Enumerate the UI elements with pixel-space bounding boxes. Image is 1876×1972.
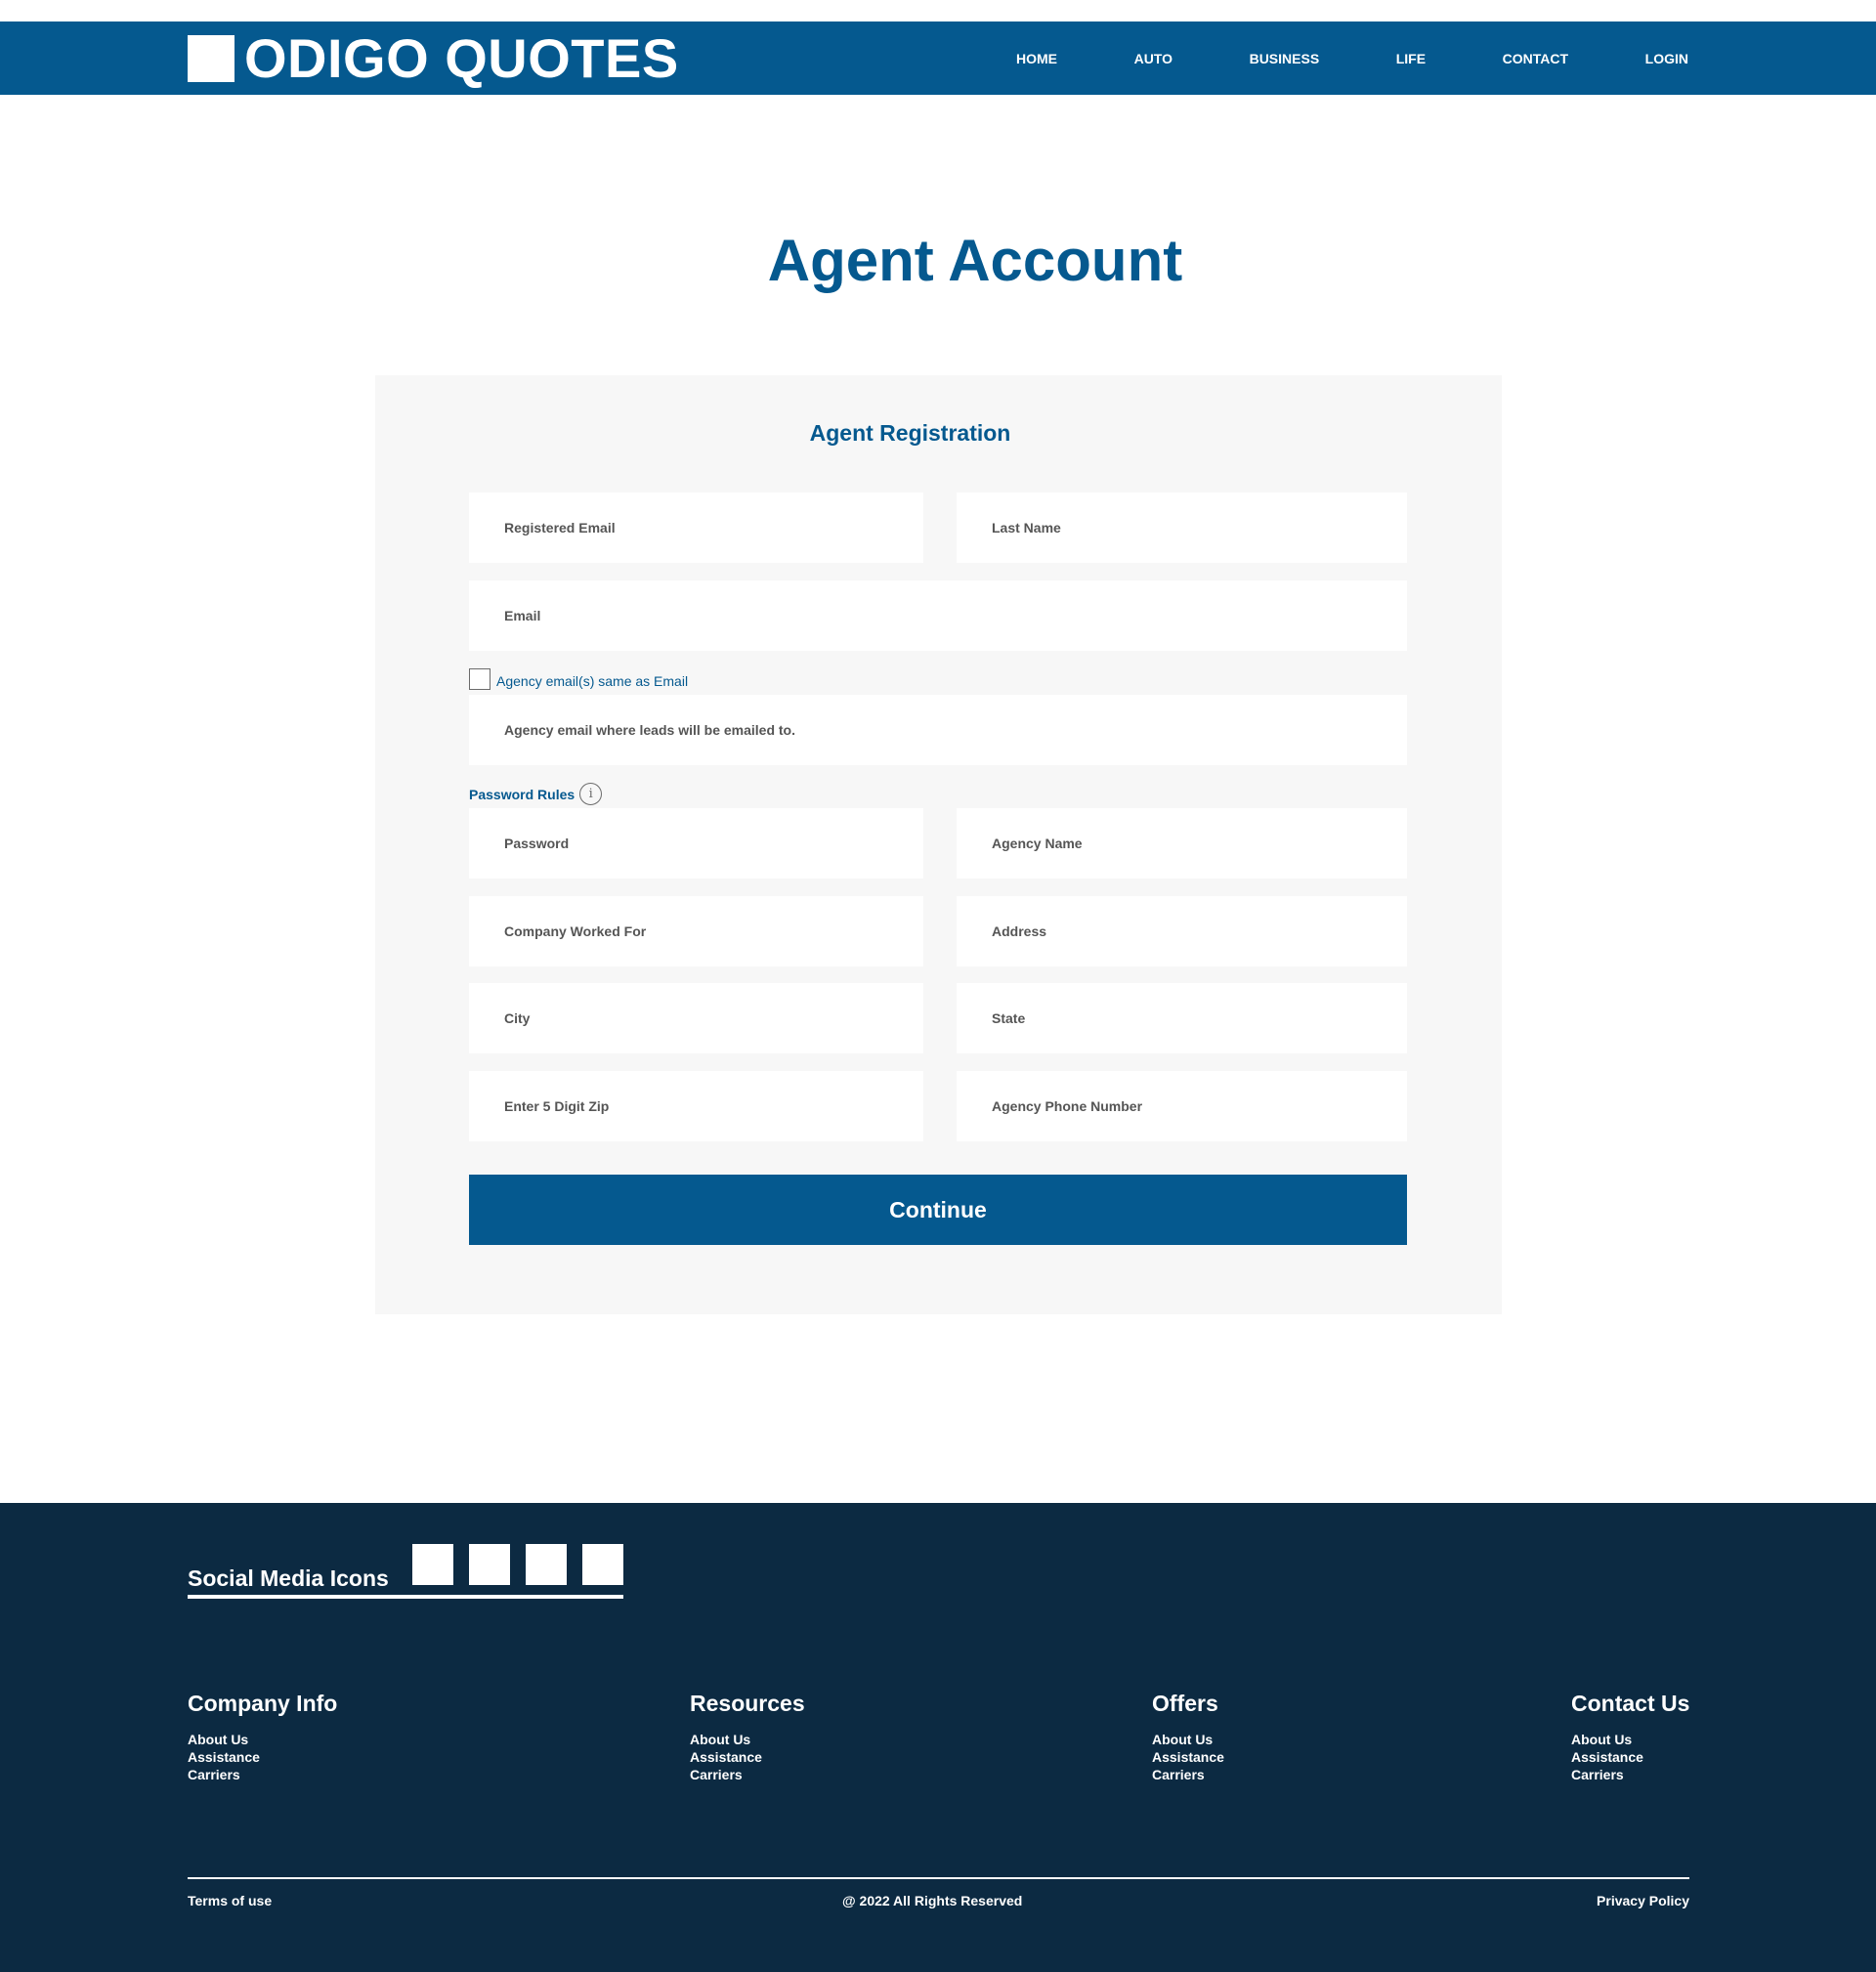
footer-column-title: Contact Us — [1571, 1691, 1690, 1716]
social-icon-4[interactable] — [582, 1544, 623, 1585]
password-rules: Password Rules i — [469, 783, 603, 805]
continue-button[interactable]: Continue — [469, 1175, 1407, 1245]
footer-link-about-us[interactable]: About Us — [1152, 1731, 1224, 1748]
agency-phone-input[interactable]: Agency Phone Number — [957, 1071, 1407, 1141]
agency-name-input[interactable]: Agency Name — [957, 808, 1407, 879]
agency-email-input[interactable]: Agency email where leads will be emailed… — [469, 695, 1407, 765]
state-input[interactable]: State — [957, 983, 1407, 1053]
footer-column-title: Offers — [1152, 1691, 1218, 1716]
footer-column-resources: Resources About Us Assistance Carriers — [690, 1691, 805, 1783]
password-rules-label: Password Rules — [469, 786, 576, 802]
page-title-wrap: Agent Account — [0, 227, 1876, 294]
last-name-input[interactable]: Last Name — [957, 493, 1407, 563]
footer-column-company-info: Company Info About Us Assistance Carrier… — [188, 1691, 337, 1783]
terms-of-use-link[interactable]: Terms of use — [188, 1893, 272, 1908]
address-input[interactable]: Address — [957, 896, 1407, 966]
zip-input[interactable]: Enter 5 Digit Zip — [469, 1071, 923, 1141]
registered-email-input[interactable]: Registered Email — [469, 493, 923, 563]
logo[interactable]: ODIGO QUOTES — [188, 21, 679, 95]
footer-link-about-us[interactable]: About Us — [1571, 1731, 1689, 1748]
footer-link-carriers[interactable]: Carriers — [1571, 1766, 1689, 1783]
form-title: Agent Registration — [809, 420, 1011, 446]
footer-column-title: Company Info — [188, 1691, 338, 1716]
social-icon-3[interactable] — [526, 1544, 567, 1585]
nav-auto[interactable]: AUTO — [1134, 51, 1172, 66]
footer-link-assistance[interactable]: Assistance — [690, 1748, 805, 1766]
nav-business[interactable]: BUSINESS — [1250, 51, 1320, 66]
footer-link-assistance[interactable]: Assistance — [188, 1748, 337, 1766]
footer-link-carriers[interactable]: Carriers — [188, 1766, 337, 1783]
registration-card: Agent Registration Registered Email Last… — [375, 375, 1502, 1314]
top-nav-bar: ODIGO QUOTES HOME AUTO BUSINESS LIFE CON… — [0, 21, 1876, 95]
social-media-label: Social Media Icons — [188, 1565, 389, 1591]
social-icon-1[interactable] — [412, 1544, 453, 1585]
logo-mark-icon — [188, 34, 234, 82]
company-worked-for-input[interactable]: Company Worked For — [469, 896, 923, 966]
city-input[interactable]: City — [469, 983, 923, 1053]
social-icon-2[interactable] — [469, 1544, 510, 1585]
email-input[interactable]: Email — [469, 580, 1407, 651]
nav-login[interactable]: LOGIN — [1645, 51, 1688, 66]
nav-contact[interactable]: CONTACT — [1503, 51, 1568, 66]
agency-email-same-row: Agency email(s) same as Email — [469, 667, 688, 691]
main-nav: HOME AUTO BUSINESS LIFE CONTACT LOGIN — [1016, 21, 1688, 95]
footer-link-carriers[interactable]: Carriers — [690, 1766, 805, 1783]
footer-link-about-us[interactable]: About Us — [690, 1731, 805, 1748]
footer-link-carriers[interactable]: Carriers — [1152, 1766, 1224, 1783]
password-input[interactable]: Password — [469, 808, 923, 879]
copyright-text: @ 2022 All Rights Reserved — [842, 1893, 1023, 1908]
agency-email-same-label[interactable]: Agency email(s) same as Email — [496, 673, 688, 689]
form-title-wrap: Agent Registration — [375, 420, 1445, 447]
info-icon[interactable]: i — [579, 783, 603, 805]
footer-link-assistance[interactable]: Assistance — [1152, 1748, 1224, 1766]
privacy-policy-link[interactable]: Privacy Policy — [1597, 1893, 1689, 1908]
social-media-bar: Social Media Icons — [188, 1542, 623, 1599]
footer-column-contact-us: Contact Us About Us Assistance Carriers — [1571, 1691, 1689, 1783]
footer-divider — [188, 1877, 1689, 1879]
footer-column-title: Resources — [690, 1691, 805, 1716]
footer-link-about-us[interactable]: About Us — [188, 1731, 337, 1748]
footer: Social Media Icons Company Info About Us… — [0, 1503, 1876, 1972]
nav-life[interactable]: LIFE — [1396, 51, 1426, 66]
footer-column-offers: Offers About Us Assistance Carriers — [1152, 1691, 1224, 1783]
logo-text: ODIGO QUOTES — [244, 27, 679, 89]
agency-email-same-checkbox[interactable] — [469, 668, 490, 690]
nav-home[interactable]: HOME — [1016, 51, 1057, 66]
page-title: Agent Account — [767, 228, 1183, 293]
footer-link-assistance[interactable]: Assistance — [1571, 1748, 1689, 1766]
